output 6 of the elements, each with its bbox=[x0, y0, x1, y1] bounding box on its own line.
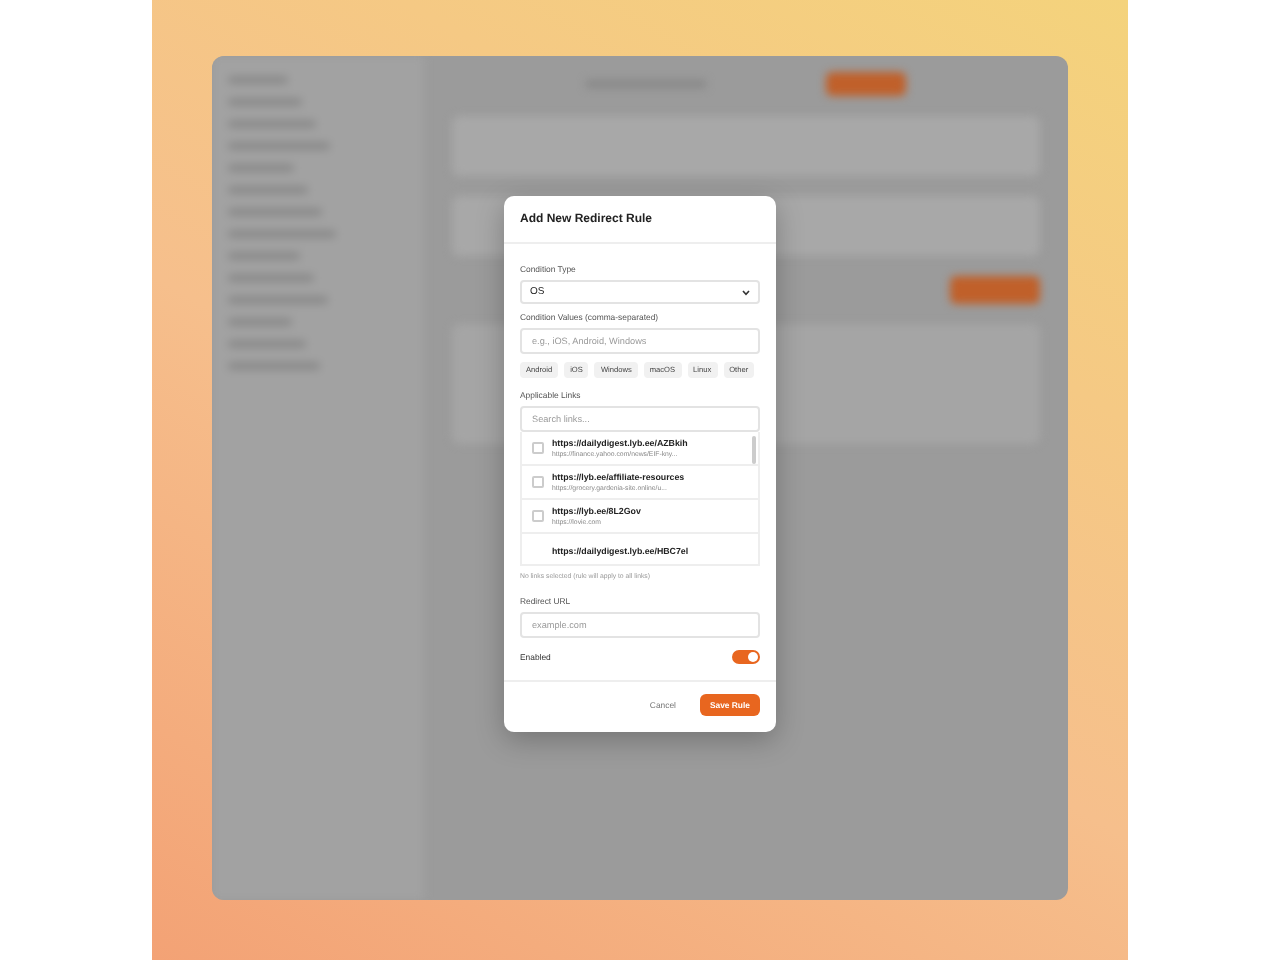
checkbox[interactable] bbox=[532, 510, 544, 522]
scrollbar[interactable] bbox=[752, 436, 756, 464]
enabled-toggle[interactable] bbox=[732, 650, 760, 664]
checkbox[interactable] bbox=[532, 476, 544, 488]
checkbox[interactable] bbox=[532, 442, 544, 454]
chevron-down-icon bbox=[742, 289, 750, 295]
